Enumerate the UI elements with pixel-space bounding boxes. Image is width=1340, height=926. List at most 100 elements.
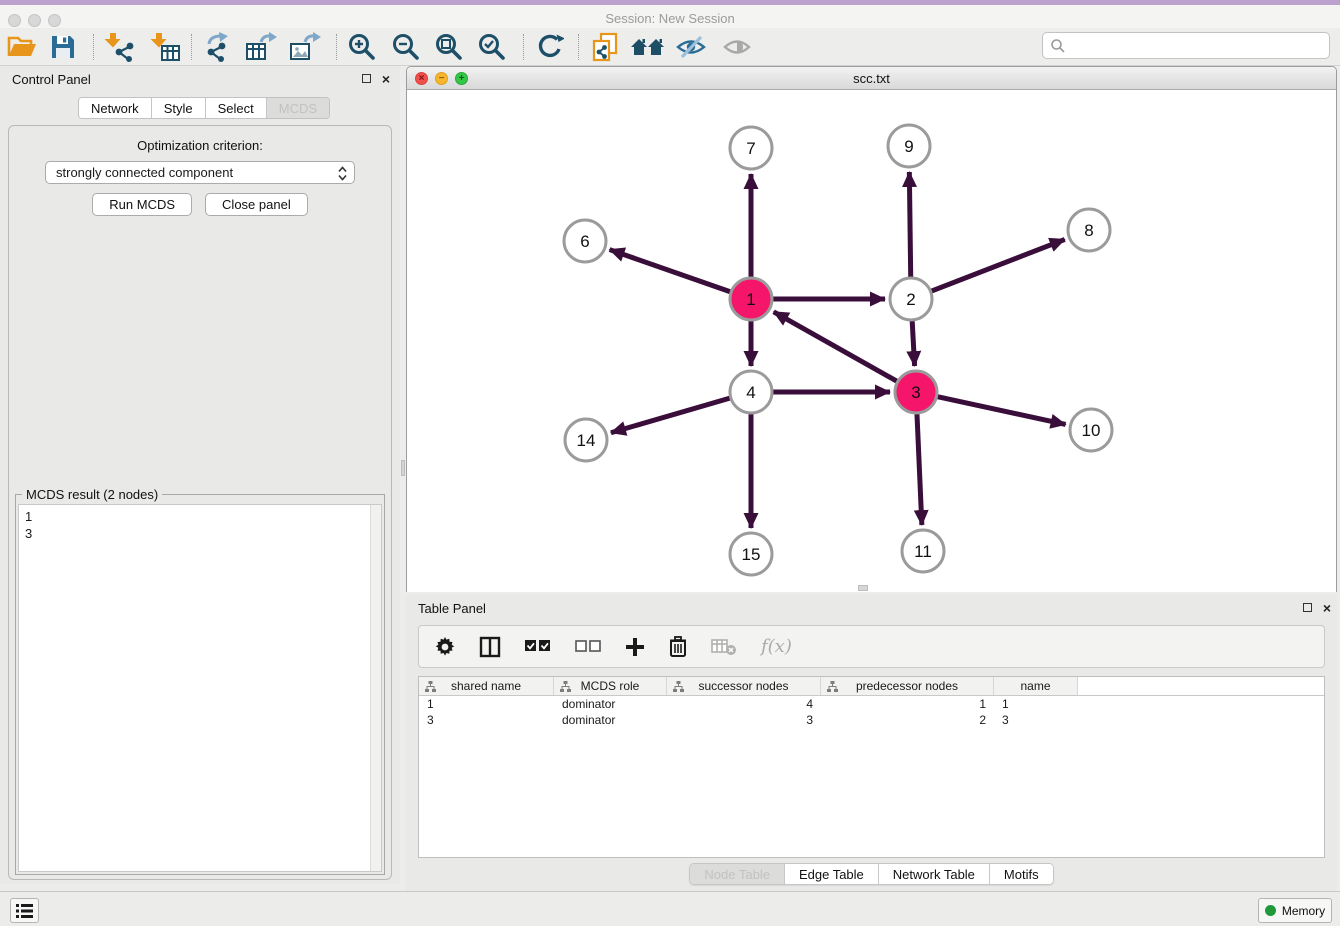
tab-motifs[interactable]: Motifs bbox=[990, 864, 1053, 884]
graph-node-2[interactable]: 2 bbox=[890, 278, 932, 320]
cell-predecessor-nodes[interactable]: 2 bbox=[821, 713, 994, 727]
zoom-out-icon[interactable] bbox=[386, 29, 426, 65]
graph-node-4[interactable]: 4 bbox=[730, 371, 772, 413]
delete-row-trash-icon[interactable] bbox=[669, 632, 687, 662]
column-header-name[interactable]: name bbox=[994, 677, 1078, 695]
table-toolbar: f(x) bbox=[418, 625, 1325, 668]
show-all-icon[interactable] bbox=[717, 29, 757, 65]
graph-edge-1-6[interactable] bbox=[610, 250, 731, 292]
graph-node-14[interactable]: 14 bbox=[565, 419, 607, 461]
graph-node-7[interactable]: 7 bbox=[730, 127, 772, 169]
table-panel-float-button[interactable] bbox=[1299, 600, 1315, 616]
close-panel-button[interactable]: Close panel bbox=[205, 193, 308, 216]
column-header-predecessor-nodes[interactable]: predecessor nodes bbox=[821, 677, 994, 695]
tab-node-table[interactable]: Node Table bbox=[690, 864, 785, 884]
zoom-in-icon[interactable] bbox=[342, 29, 382, 65]
mcds-result-scrollbar[interactable] bbox=[370, 505, 381, 871]
graph-node-8[interactable]: 8 bbox=[1068, 209, 1110, 251]
cell-name[interactable]: 1 bbox=[994, 697, 1078, 711]
export-table-icon[interactable] bbox=[241, 29, 281, 65]
graph-edge-3-1[interactable] bbox=[774, 312, 897, 381]
optimization-criterion-label: Optimization criterion: bbox=[9, 138, 391, 153]
add-row-icon[interactable] bbox=[625, 632, 645, 662]
column-header-successor-nodes[interactable]: successor nodes bbox=[667, 677, 821, 695]
cell-mcds-role[interactable]: dominator bbox=[554, 713, 667, 727]
open-session-icon[interactable] bbox=[2, 29, 42, 65]
zoom-fit-icon[interactable] bbox=[429, 29, 469, 65]
import-network-icon[interactable] bbox=[99, 29, 139, 65]
network-graph[interactable]: 1 2 3 4 6 7 8 9 10 11 14 15 bbox=[407, 90, 1336, 592]
chevron-updown-icon bbox=[338, 166, 347, 181]
first-neighbors-icon[interactable] bbox=[628, 29, 668, 65]
cell-shared-name[interactable]: 3 bbox=[419, 713, 554, 727]
table-settings-gear-icon[interactable] bbox=[435, 632, 455, 662]
hierarchy-icon bbox=[827, 681, 838, 692]
network-canvas[interactable]: 1 2 3 4 6 7 8 9 10 11 14 15 bbox=[407, 90, 1336, 592]
task-history-button[interactable] bbox=[10, 898, 39, 923]
cell-successor-nodes[interactable]: 4 bbox=[667, 697, 821, 711]
graph-node-9[interactable]: 9 bbox=[888, 125, 930, 167]
network-view-window: × − + scc.txt 1 2 3 4 6 7 8 9 10 11 14 15 bbox=[406, 66, 1337, 592]
export-image-icon[interactable] bbox=[285, 29, 325, 65]
graph-node-3[interactable]: 3 bbox=[895, 371, 937, 413]
select-all-icon[interactable] bbox=[525, 632, 551, 662]
hide-selected-icon[interactable] bbox=[671, 29, 711, 65]
memory-status-dot bbox=[1265, 905, 1276, 916]
cell-predecessor-nodes[interactable]: 1 bbox=[821, 697, 994, 711]
panel-splitter-handle[interactable] bbox=[401, 460, 405, 476]
tab-mcds[interactable]: MCDS bbox=[267, 98, 329, 118]
graph-node-label: 10 bbox=[1082, 421, 1101, 440]
table-row[interactable]: 1 dominator 4 1 1 bbox=[419, 696, 1324, 712]
graph-edge-2-9[interactable] bbox=[909, 172, 910, 277]
tab-style[interactable]: Style bbox=[152, 98, 206, 118]
mcds-result-line: 1 bbox=[25, 508, 375, 525]
network-window-title: scc.txt bbox=[407, 71, 1336, 86]
memory-button[interactable]: Memory bbox=[1258, 898, 1332, 923]
close-icon: × bbox=[382, 71, 390, 87]
graph-node-11[interactable]: 11 bbox=[902, 530, 944, 572]
canvas-resize-handle[interactable] bbox=[858, 585, 868, 591]
zoom-selected-icon[interactable] bbox=[472, 29, 512, 65]
search-input[interactable] bbox=[1042, 32, 1330, 59]
control-panel-float-button[interactable] bbox=[358, 71, 374, 87]
graph-edge-2-3[interactable] bbox=[912, 321, 914, 366]
run-mcds-button[interactable]: Run MCDS bbox=[92, 193, 192, 216]
tab-edge-table[interactable]: Edge Table bbox=[785, 864, 879, 884]
clone-network-icon[interactable] bbox=[585, 29, 625, 65]
hierarchy-icon bbox=[425, 681, 436, 692]
deselect-all-icon[interactable] bbox=[575, 632, 601, 662]
column-header-shared-name[interactable]: shared name bbox=[419, 677, 554, 695]
graph-edge-3-10[interactable] bbox=[937, 397, 1065, 425]
export-network-icon[interactable] bbox=[198, 29, 238, 65]
optimization-criterion-select[interactable]: strongly connected component bbox=[45, 161, 355, 184]
table-row[interactable]: 3 dominator 3 2 3 bbox=[419, 712, 1324, 728]
cell-mcds-role[interactable]: dominator bbox=[554, 697, 667, 711]
refresh-icon[interactable] bbox=[530, 29, 570, 65]
save-session-icon[interactable] bbox=[43, 29, 83, 65]
graph-node-10[interactable]: 10 bbox=[1070, 409, 1112, 451]
table-panel-title: Table Panel bbox=[418, 601, 486, 616]
graph-edge-3-11[interactable] bbox=[917, 414, 922, 525]
tab-select[interactable]: Select bbox=[206, 98, 267, 118]
graph-node-1[interactable]: 1 bbox=[730, 278, 772, 320]
delete-table-icon bbox=[711, 632, 737, 662]
graph-edge-4-14[interactable] bbox=[611, 398, 730, 433]
graph-edge-2-8[interactable] bbox=[932, 239, 1065, 291]
import-table-icon[interactable] bbox=[145, 29, 185, 65]
graph-node-6[interactable]: 6 bbox=[564, 220, 606, 262]
node-table: shared name MCDS role successor nodes pr… bbox=[418, 676, 1325, 858]
cell-successor-nodes[interactable]: 3 bbox=[667, 713, 821, 727]
table-panel-close-button[interactable]: × bbox=[1319, 600, 1335, 616]
tab-network-table[interactable]: Network Table bbox=[879, 864, 990, 884]
network-window-titlebar[interactable]: × − + scc.txt bbox=[407, 67, 1336, 90]
control-panel-close-button[interactable]: × bbox=[378, 71, 394, 87]
cell-shared-name[interactable]: 1 bbox=[419, 697, 554, 711]
column-header-mcds-role[interactable]: MCDS role bbox=[554, 677, 667, 695]
graph-node-15[interactable]: 15 bbox=[730, 533, 772, 575]
tab-network[interactable]: Network bbox=[79, 98, 152, 118]
mcds-result-list[interactable]: 1 3 bbox=[18, 504, 382, 872]
control-panel-tabs: Network Style Select MCDS bbox=[78, 97, 330, 119]
cell-name[interactable]: 3 bbox=[994, 713, 1078, 727]
show-columns-icon[interactable] bbox=[479, 632, 501, 662]
control-panel-header: Control Panel × bbox=[0, 66, 400, 92]
